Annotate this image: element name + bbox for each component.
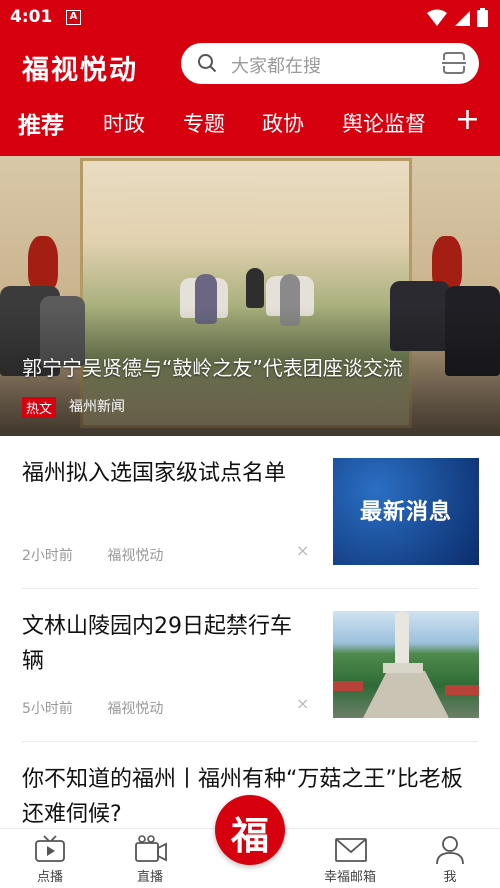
news-thumbnail [333,611,479,718]
news-source: 福视悦动 [107,701,164,717]
vase-left [28,236,58,291]
app-logo: 福视悦动 [22,55,138,86]
wifi-icon [427,9,447,26]
tab-politics[interactable]: 时政 [103,108,145,138]
close-icon[interactable]: × [296,541,309,560]
tab-supervision[interactable]: 舆论监督 [342,108,426,138]
tab-recommend[interactable]: 推荐 [18,106,64,140]
app-header: 福视悦动 大家都在搜 [0,36,500,98]
news-time: 2小时前 [22,548,73,564]
close-icon[interactable]: × [296,694,309,713]
search-bar[interactable]: 大家都在搜 [181,43,479,84]
add-channel-button[interactable]: + [455,102,480,137]
status-icons [427,8,488,27]
channel-tabs: 推荐 时政 专题 政协 舆论监督 + [0,98,500,156]
news-meta: 5小时前 福视悦动 [22,698,193,718]
signal-icon [455,10,470,26]
status-bar: 4:01 A [0,0,500,36]
cemetery-image [333,611,479,718]
hero-source: 福州新闻 [69,399,125,415]
center-glyph: 福 [230,813,269,858]
notification-icon: A [66,10,81,25]
news-title: 福州拟入选国家级试点名单 [22,461,287,486]
news-item[interactable]: 文林山陵园内29日起禁行车辆 5小时前 福视悦动 × [0,589,500,741]
hero-banner[interactable]: 郭宁宁吴贤德与“鼓岭之友”代表团座谈交流 热文 福州新闻 [0,156,500,436]
tab-topics[interactable]: 专题 [183,108,225,138]
news-title: 文林山陵园内29日起禁行车辆 [22,614,292,674]
tv-icon [35,835,65,862]
hero-title: 郭宁宁吴贤德与“鼓岭之友”代表团座谈交流 [22,356,403,380]
news-thumbnail: 最新消息 [333,458,479,565]
search-placeholder: 大家都在搜 [231,56,321,77]
news-time: 5小时前 [22,701,73,717]
nav-label: 幸福邮箱 [323,870,376,885]
tab-cppcc[interactable]: 政协 [262,108,304,138]
person-figure [246,268,264,308]
profile-icon [436,836,464,865]
news-meta: 2小时前 福视悦动 [22,545,193,565]
search-icon [198,54,217,73]
nav-label: 我 [443,870,457,885]
nav-label: 直播 [136,870,163,885]
fu-logo-icon[interactable]: 福 [215,795,285,865]
nav-label: 点播 [36,870,63,885]
thumbnail-text: 最新消息 [359,500,452,525]
video-camera-icon [135,835,167,862]
battery-icon [477,8,488,27]
scan-icon[interactable] [441,51,467,75]
hot-badge: 热文 [22,397,57,418]
news-item[interactable]: 福州拟入选国家级试点名单 2小时前 福视悦动 × 最新消息 [0,436,500,588]
status-time: 4:01 [10,7,53,27]
news-source: 福视悦动 [107,548,164,564]
bottom-nav: 点播 直播 福 幸福邮箱 我 [0,795,500,888]
mail-icon [335,838,367,862]
